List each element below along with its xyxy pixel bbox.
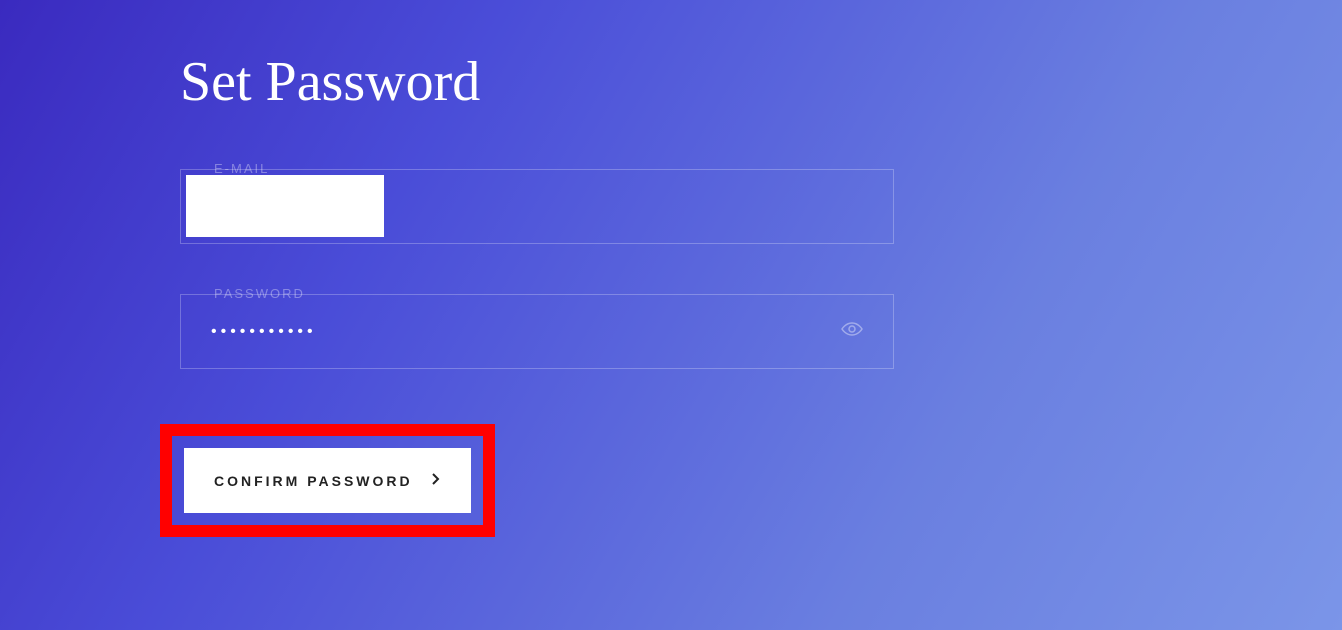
password-field-group: PASSWORD	[180, 294, 894, 369]
chevron-right-icon	[431, 472, 441, 489]
email-field-group: E-MAIL	[180, 169, 894, 244]
confirm-password-button[interactable]: CONFIRM PASSWORD	[184, 448, 471, 513]
password-label: PASSWORD	[206, 286, 313, 301]
button-highlight-box: CONFIRM PASSWORD	[160, 424, 495, 537]
password-field[interactable]	[211, 323, 841, 341]
confirm-button-label: CONFIRM PASSWORD	[214, 473, 413, 489]
set-password-form: Set Password E-MAIL PASSWORD CONFIRM PAS…	[0, 0, 1342, 537]
email-label: E-MAIL	[206, 161, 277, 176]
eye-icon[interactable]	[841, 321, 863, 342]
email-field[interactable]	[186, 175, 384, 237]
page-title: Set Password	[180, 50, 1342, 114]
